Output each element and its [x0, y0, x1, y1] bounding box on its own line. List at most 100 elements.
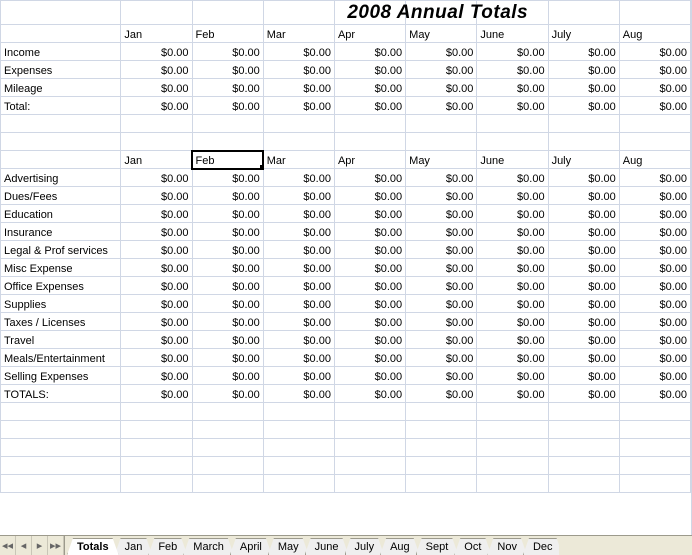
value-cell[interactable]: $0.00	[334, 97, 405, 115]
row-label[interactable]: Legal & Prof services	[1, 241, 121, 259]
tab-nav-next[interactable]: ▸	[32, 536, 48, 555]
value-cell[interactable]: $0.00	[334, 331, 405, 349]
tab-nav-last[interactable]: ▸▸	[48, 536, 64, 555]
value-cell[interactable]: $0.00	[548, 169, 619, 187]
value-cell[interactable]: $0.00	[477, 241, 548, 259]
value-cell[interactable]: $0.00	[263, 313, 334, 331]
value-cell[interactable]: $0.00	[548, 43, 619, 61]
value-cell[interactable]: $0.00	[619, 313, 690, 331]
cell[interactable]: 2008 Annual Totals	[477, 1, 548, 25]
value-cell[interactable]: $0.00	[121, 169, 192, 187]
month-header[interactable]: Feb	[192, 151, 263, 169]
value-cell[interactable]: $0.00	[406, 79, 477, 97]
cell[interactable]	[1, 25, 121, 43]
row-label[interactable]: TOTALS:	[1, 385, 121, 403]
month-header[interactable]: Apr	[334, 25, 405, 43]
value-cell[interactable]: $0.00	[192, 241, 263, 259]
value-cell[interactable]: $0.00	[406, 187, 477, 205]
month-header[interactable]: May	[406, 151, 477, 169]
value-cell[interactable]: $0.00	[619, 259, 690, 277]
value-cell[interactable]: $0.00	[548, 61, 619, 79]
value-cell[interactable]: $0.00	[263, 43, 334, 61]
month-header[interactable]: Mar	[263, 25, 334, 43]
sheet-tab-jan[interactable]: Jan	[115, 538, 153, 555]
row-label[interactable]: Mileage	[1, 79, 121, 97]
value-cell[interactable]: $0.00	[192, 187, 263, 205]
value-cell[interactable]: $0.00	[121, 223, 192, 241]
value-cell[interactable]: $0.00	[121, 295, 192, 313]
value-cell[interactable]: $0.00	[548, 295, 619, 313]
value-cell[interactable]: $0.00	[548, 241, 619, 259]
sheet-tab-totals[interactable]: Totals	[67, 538, 119, 555]
sheet-tab-aug[interactable]: Aug	[380, 538, 420, 555]
sheet-tab-feb[interactable]: Feb	[148, 538, 187, 555]
sheet-tab-sept[interactable]: Sept	[416, 538, 459, 555]
value-cell[interactable]: $0.00	[619, 385, 690, 403]
value-cell[interactable]: $0.00	[406, 367, 477, 385]
value-cell[interactable]: $0.00	[548, 205, 619, 223]
row-label[interactable]: Insurance	[1, 223, 121, 241]
value-cell[interactable]: $0.00	[121, 241, 192, 259]
value-cell[interactable]: $0.00	[548, 79, 619, 97]
value-cell[interactable]: $0.00	[619, 97, 690, 115]
row-label[interactable]: Supplies	[1, 295, 121, 313]
value-cell[interactable]: $0.00	[334, 169, 405, 187]
value-cell[interactable]: $0.00	[263, 205, 334, 223]
month-header[interactable]: Aug	[619, 25, 690, 43]
cell[interactable]	[619, 1, 690, 25]
value-cell[interactable]: $0.00	[192, 313, 263, 331]
value-cell[interactable]: $0.00	[263, 169, 334, 187]
month-header[interactable]: July	[548, 151, 619, 169]
value-cell[interactable]: $0.00	[192, 385, 263, 403]
value-cell[interactable]: $0.00	[121, 367, 192, 385]
value-cell[interactable]: $0.00	[334, 259, 405, 277]
value-cell[interactable]: $0.00	[619, 241, 690, 259]
value-cell[interactable]: $0.00	[263, 241, 334, 259]
value-cell[interactable]: $0.00	[477, 277, 548, 295]
value-cell[interactable]: $0.00	[477, 367, 548, 385]
value-cell[interactable]: $0.00	[334, 241, 405, 259]
month-header[interactable]: Aug	[619, 151, 690, 169]
month-header[interactable]: Mar	[263, 151, 334, 169]
value-cell[interactable]: $0.00	[121, 43, 192, 61]
value-cell[interactable]: $0.00	[121, 187, 192, 205]
row-label[interactable]: Advertising	[1, 169, 121, 187]
value-cell[interactable]: $0.00	[477, 385, 548, 403]
value-cell[interactable]: $0.00	[121, 79, 192, 97]
row-label[interactable]: Expenses	[1, 61, 121, 79]
sheet-tab-july[interactable]: July	[345, 538, 385, 555]
sheet-tab-nov[interactable]: Nov	[487, 538, 527, 555]
value-cell[interactable]: $0.00	[477, 259, 548, 277]
value-cell[interactable]: $0.00	[263, 295, 334, 313]
row-label[interactable]: Taxes / Licenses	[1, 313, 121, 331]
month-header[interactable]: Apr	[334, 151, 405, 169]
value-cell[interactable]: $0.00	[548, 385, 619, 403]
value-cell[interactable]: $0.00	[619, 187, 690, 205]
value-cell[interactable]: $0.00	[263, 97, 334, 115]
value-cell[interactable]: $0.00	[406, 97, 477, 115]
cell[interactable]	[548, 1, 619, 25]
value-cell[interactable]: $0.00	[548, 187, 619, 205]
value-cell[interactable]: $0.00	[477, 331, 548, 349]
value-cell[interactable]: $0.00	[548, 331, 619, 349]
value-cell[interactable]: $0.00	[477, 43, 548, 61]
value-cell[interactable]: $0.00	[334, 385, 405, 403]
value-cell[interactable]: $0.00	[548, 97, 619, 115]
value-cell[interactable]: $0.00	[406, 259, 477, 277]
value-cell[interactable]: $0.00	[192, 331, 263, 349]
value-cell[interactable]: $0.00	[263, 79, 334, 97]
value-cell[interactable]: $0.00	[121, 61, 192, 79]
value-cell[interactable]: $0.00	[192, 295, 263, 313]
value-cell[interactable]: $0.00	[406, 241, 477, 259]
row-label[interactable]: Misc Expense	[1, 259, 121, 277]
value-cell[interactable]: $0.00	[477, 205, 548, 223]
value-cell[interactable]: $0.00	[548, 313, 619, 331]
value-cell[interactable]: $0.00	[548, 367, 619, 385]
value-cell[interactable]: $0.00	[619, 295, 690, 313]
value-cell[interactable]: $0.00	[192, 277, 263, 295]
value-cell[interactable]: $0.00	[477, 61, 548, 79]
value-cell[interactable]: $0.00	[121, 259, 192, 277]
spreadsheet-grid[interactable]: 2008 Annual TotalsJanFebMarAprMayJuneJul…	[0, 0, 692, 535]
value-cell[interactable]: $0.00	[263, 349, 334, 367]
value-cell[interactable]: $0.00	[263, 367, 334, 385]
